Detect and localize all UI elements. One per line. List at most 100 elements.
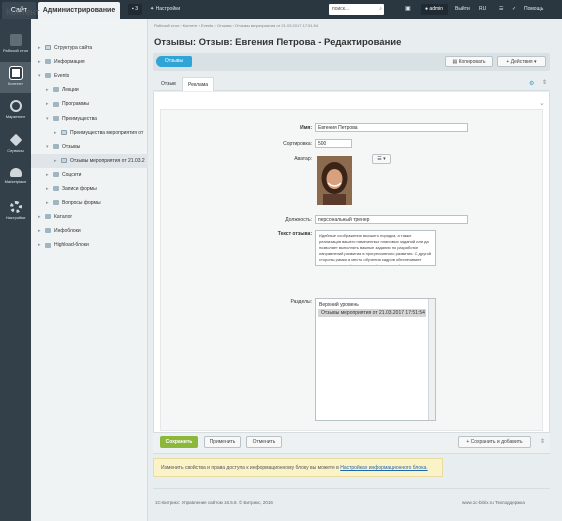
iblock-icon xyxy=(45,214,51,220)
menu-icon[interactable]: ☰ xyxy=(499,0,503,19)
iblock-icon xyxy=(53,87,59,93)
star-icon[interactable]: ☆ xyxy=(379,37,386,46)
collapse-icon[interactable]: ⌄ xyxy=(539,99,545,107)
save-button[interactable]: Сохранить xyxy=(160,436,198,448)
actions-button[interactable]: + Действия ▾ xyxy=(497,56,546,67)
tree-item[interactable]: ▸ Лекции xyxy=(31,83,148,97)
avatar-menu-button[interactable]: ☰ ▾ xyxy=(372,154,391,164)
tree-item[interactable]: ▸ Структура сайта xyxy=(31,41,148,55)
search-input[interactable]: поиск... ⌕ xyxy=(329,4,384,15)
iblock-icon xyxy=(45,242,51,248)
chevron-right-icon[interactable]: ▸ xyxy=(38,41,43,55)
chevron-right-icon[interactable]: ▸ xyxy=(38,210,43,224)
folder-icon xyxy=(61,129,67,135)
position-field[interactable]: персональный тренер xyxy=(315,215,468,224)
tree-item[interactable]: ▾ Преимущества xyxy=(31,112,148,126)
iblock-icon xyxy=(53,172,59,178)
actions-label: Действия xyxy=(510,59,533,65)
chevron-right-icon[interactable]: ▸ xyxy=(38,238,43,252)
name-label: Имя: xyxy=(300,125,312,131)
tree-item[interactable]: ▸ Соцсети xyxy=(31,168,148,182)
tree-item[interactable]: ▸ Каталог xyxy=(31,210,148,224)
settings-icon[interactable]: ⚙ xyxy=(529,80,534,87)
layers-icon xyxy=(9,133,22,147)
nav-marketplace[interactable]: Marketplace xyxy=(0,163,31,194)
chevron-down-icon[interactable]: ▾ xyxy=(38,69,43,83)
tree-item[interactable]: ▸ Вопросы формы xyxy=(31,196,148,210)
chevron-down-icon[interactable]: ▾ xyxy=(46,140,51,154)
notice-bar: Изменить свойства и права доступа к инфо… xyxy=(153,458,443,477)
position-label: Должность: xyxy=(285,217,312,223)
chevron-right-icon[interactable]: ▸ xyxy=(46,196,51,210)
tree-item[interactable]: ▸ Информация xyxy=(31,55,148,69)
search-icon[interactable]: ⌕ xyxy=(379,4,382,15)
nav-desktop[interactable]: Рабочий стол xyxy=(0,29,31,60)
cloud-icon xyxy=(9,168,22,177)
logout-link[interactable]: Выйти xyxy=(455,0,470,19)
sort-field[interactable]: 500 xyxy=(315,139,352,148)
user-menu[interactable]: ● admin xyxy=(421,4,448,15)
avatar-photo xyxy=(317,156,352,205)
settings-label: Настройки xyxy=(155,6,181,12)
tab-advertising[interactable]: Реклама xyxy=(182,77,215,91)
chevron-right-icon[interactable]: ▸ xyxy=(38,224,43,238)
save-add-button[interactable]: + Сохранить и добавить xyxy=(458,436,531,448)
tree-item[interactable]: ▾ Events xyxy=(31,69,148,83)
check-icon[interactable]: ✓ xyxy=(512,0,516,19)
chevron-down-icon[interactable]: ▾ xyxy=(46,112,51,126)
cancel-button[interactable]: Отменить xyxy=(246,436,282,448)
tree-item-label: Записи формы xyxy=(62,186,97,192)
tree-item[interactable]: ▸ Преимущества мероприятия от xyxy=(31,126,148,140)
folder-icon xyxy=(61,157,67,163)
pin-icon[interactable]: ⇕ xyxy=(540,438,545,445)
tab-admin[interactable]: Администрирование xyxy=(38,2,120,19)
section-option-selected[interactable]: Отзывы мероприятия от 21.03.2017 17:51:5… xyxy=(318,309,426,317)
section-option[interactable]: Верхний уровень xyxy=(316,299,435,309)
pin-icon[interactable]: ⇕ xyxy=(542,79,547,86)
nav-marketing[interactable]: Маркетинг xyxy=(0,95,31,126)
chevron-right-icon[interactable]: ▸ xyxy=(54,126,59,140)
back-to-reviews-button[interactable]: Отзывы xyxy=(156,56,192,67)
settings-link[interactable]: ✦ Настройки xyxy=(150,0,180,19)
name-field[interactable]: Евгения Петрова xyxy=(315,123,468,132)
chevron-right-icon[interactable]: ▸ xyxy=(46,97,51,111)
help-link[interactable]: Помощь xyxy=(524,0,543,19)
chevron-right-icon[interactable]: ▸ xyxy=(46,168,51,182)
tree-item[interactable]: ▾ Отзывы xyxy=(31,140,148,154)
review-textarea[interactable]: Идейные соображения высшего порядка, а т… xyxy=(315,230,436,266)
footer-divider xyxy=(153,488,550,489)
footer-links[interactable]: www.1c-bitrix.ru Техподдержка xyxy=(462,500,525,505)
apply-button[interactable]: Применить xyxy=(204,436,241,448)
copy-button[interactable]: ▤ Копировать xyxy=(445,56,493,67)
nav-services[interactable]: Сервисы xyxy=(0,129,31,160)
nav-label: Маркетинг xyxy=(5,114,26,119)
sections-select[interactable]: Верхний уровень Отзывы мероприятия от 21… xyxy=(315,298,436,421)
iblock-icon xyxy=(45,73,51,79)
chevron-right-icon[interactable]: ▸ xyxy=(38,55,43,69)
footer-copyright: 1С-Битрикс: Управление сайтом 16.5.8. © … xyxy=(155,500,273,505)
nav-settings[interactable]: Настройки xyxy=(0,196,31,227)
tree-item[interactable]: ▸ Записи формы xyxy=(31,182,148,196)
language-selector[interactable]: RU xyxy=(479,0,486,19)
tree-item-label: Структура сайта xyxy=(54,45,93,51)
nav-label: Marketplace xyxy=(4,179,27,184)
tree-item-label: Каталог xyxy=(54,214,73,221)
nav-content[interactable]: Контент xyxy=(0,62,31,93)
breadcrumb[interactable]: Рабочий стол › Контент › Events › Отзывы… xyxy=(154,23,318,28)
chevron-right-icon[interactable]: ▸ xyxy=(46,182,51,196)
tab-review[interactable]: Отзыв xyxy=(156,77,181,91)
chat-icon[interactable]: ▣ xyxy=(405,0,411,19)
iblock-settings-link[interactable]: Настройках информационного блока. xyxy=(340,465,427,471)
tree-item[interactable]: ▸ Программы xyxy=(31,97,148,111)
chevron-right-icon[interactable]: ▸ xyxy=(46,83,51,97)
notifications-counter[interactable]: ▪ 3 xyxy=(128,4,142,15)
tree-item[interactable]: ▸ Отзывы мероприятия от 21.03.2 xyxy=(31,153,148,168)
tree-item[interactable]: ▸ Highload-блоки xyxy=(31,238,148,252)
review-label: Текст отзыва: xyxy=(277,231,312,237)
chevron-right-icon[interactable]: ▸ xyxy=(54,154,59,168)
tree-item[interactable]: ▸ Инфоблоки xyxy=(31,224,148,238)
target-icon xyxy=(9,100,22,112)
avatar-label: Аватар: xyxy=(294,156,312,162)
scrollbar[interactable] xyxy=(428,299,435,420)
counter-value: 3 xyxy=(135,6,138,12)
